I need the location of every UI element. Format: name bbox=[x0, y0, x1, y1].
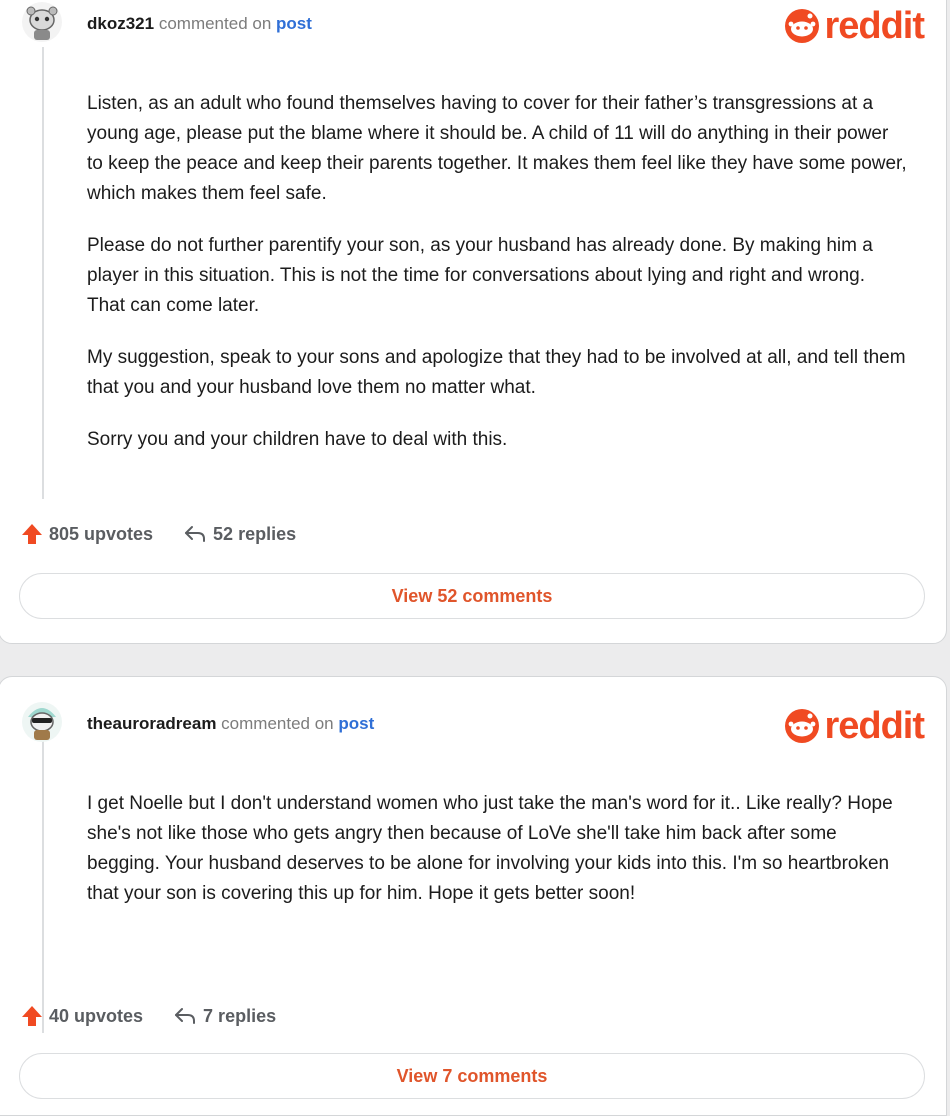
upvote-button[interactable]: 40 upvotes bbox=[21, 1005, 143, 1027]
view-comments-button[interactable]: View 7 comments bbox=[19, 1053, 925, 1099]
reddit-wordmark: reddit bbox=[824, 5, 925, 47]
comment-actions: 805 upvotes 52 replies bbox=[21, 523, 296, 545]
username[interactable]: dkoz321 bbox=[87, 14, 154, 33]
username[interactable]: theauroradream bbox=[87, 714, 216, 733]
reply-count: 52 replies bbox=[213, 523, 297, 544]
upvote-count: 805 upvotes bbox=[49, 523, 154, 544]
upvote-count: 40 upvotes bbox=[49, 1005, 144, 1026]
comment-header: dkoz321 commented on post bbox=[87, 14, 312, 34]
reddit-logo: reddit bbox=[783, 5, 925, 47]
comment-paragraph: Sorry you and your children have to deal… bbox=[87, 429, 508, 450]
reply-arrow-icon bbox=[185, 526, 206, 542]
comment-body: I get Noelle but I don't understand wome… bbox=[87, 789, 907, 931]
reddit-wordmark: reddit bbox=[824, 705, 925, 747]
comment-card: theauroradream commented on post reddit … bbox=[0, 676, 947, 1116]
commented-on-text: commented on bbox=[221, 714, 334, 733]
thread-line[interactable] bbox=[42, 733, 44, 1033]
snoo-avatar-icon[interactable] bbox=[21, 701, 63, 743]
comment-paragraph: Listen, as an adult who found themselves… bbox=[87, 93, 907, 204]
reply-button[interactable]: 52 replies bbox=[183, 524, 296, 545]
snoo-avatar-icon[interactable] bbox=[21, 1, 63, 43]
reddit-snoo-icon bbox=[785, 9, 820, 43]
commented-on-text: commented on bbox=[158, 14, 272, 33]
comment-paragraph: Please do not further parentify your son… bbox=[87, 235, 873, 316]
reply-arrow-icon bbox=[175, 1008, 196, 1024]
reply-button[interactable]: 7 replies bbox=[173, 1006, 276, 1027]
upvote-arrow-icon bbox=[22, 524, 42, 544]
comment-card: dkoz321 commented on post reddit Listen,… bbox=[0, 0, 947, 644]
comment-paragraph: My suggestion, speak to your sons and ap… bbox=[87, 347, 906, 398]
thread-line[interactable] bbox=[42, 47, 44, 499]
comment-paragraph: I get Noelle but I don't understand wome… bbox=[87, 793, 893, 904]
post-link[interactable]: post bbox=[276, 14, 312, 33]
comment-header: theauroradream commented on post bbox=[87, 714, 374, 734]
comment-actions: 40 upvotes 7 replies bbox=[21, 1005, 276, 1027]
reply-count: 7 replies bbox=[203, 1005, 277, 1026]
reddit-logo: reddit bbox=[783, 705, 925, 747]
upvote-arrow-icon bbox=[22, 1006, 42, 1026]
reddit-snoo-icon bbox=[785, 709, 820, 743]
comment-body: Listen, as an adult who found themselves… bbox=[87, 89, 907, 477]
upvote-button[interactable]: 805 upvotes bbox=[21, 523, 153, 545]
view-comments-button[interactable]: View 52 comments bbox=[19, 573, 925, 619]
post-link[interactable]: post bbox=[338, 714, 374, 733]
